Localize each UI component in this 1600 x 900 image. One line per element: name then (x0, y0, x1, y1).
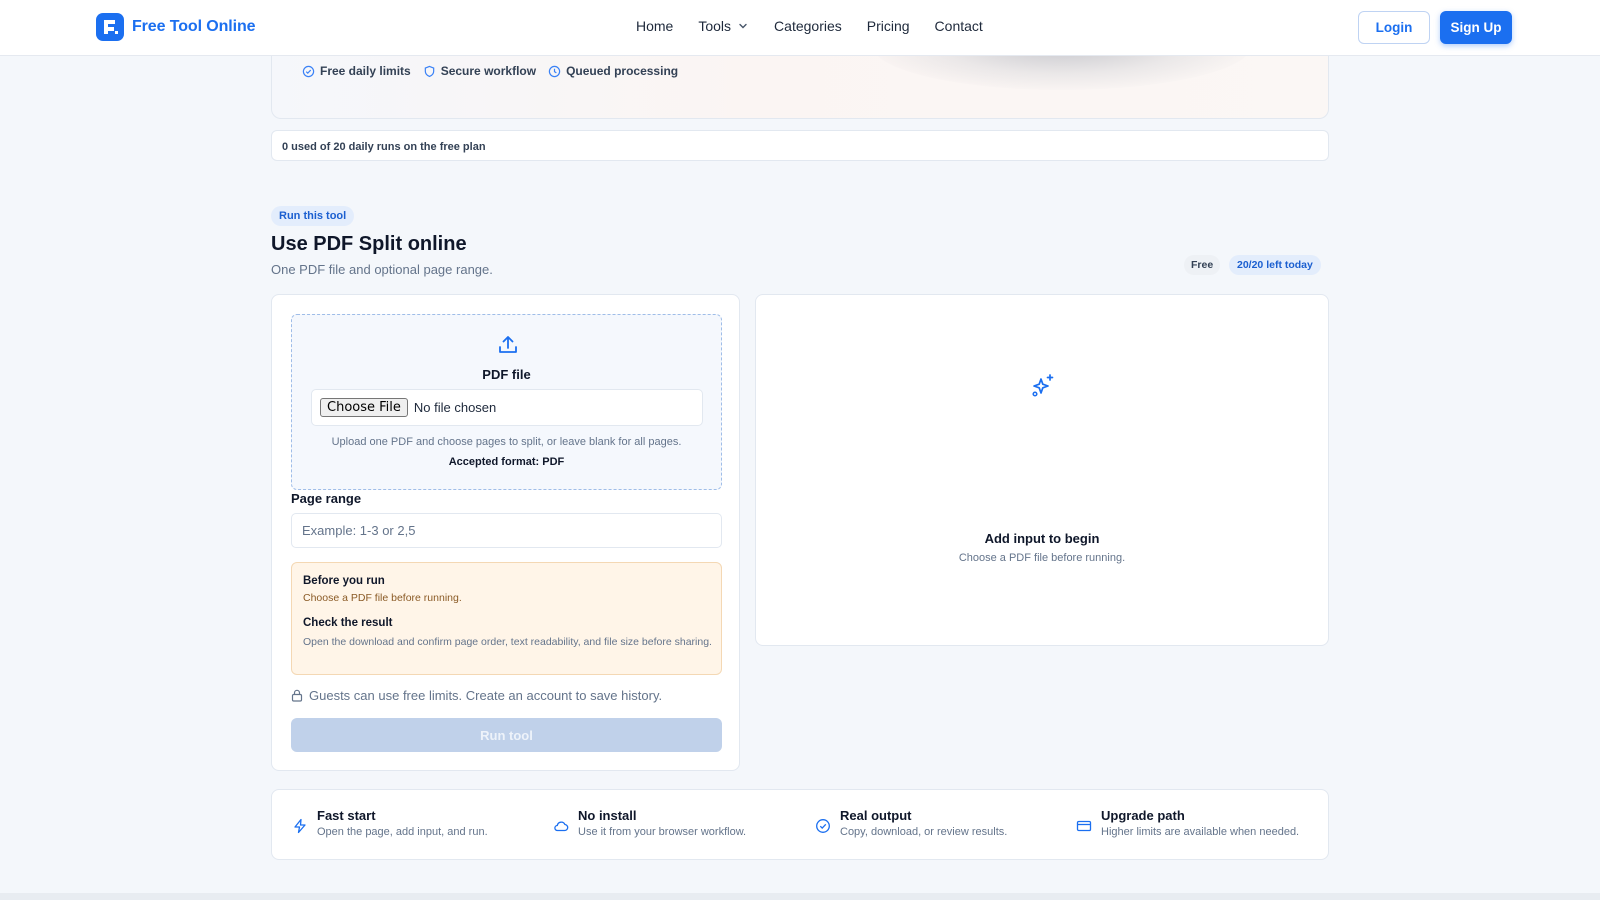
hero-badge-label: Queued processing (566, 64, 679, 78)
feature-item: Fast start Open the page, add input, and… (292, 808, 488, 838)
feature-title: No install (578, 808, 637, 823)
accepted-format: Accepted format: PDF (448, 456, 565, 468)
hero-badge: Free daily limits (302, 64, 411, 78)
note-heading: Check the result (303, 617, 393, 629)
main-nav: Home Tools Categories Pricing Contact (636, 18, 983, 34)
check-circle-icon (816, 819, 830, 833)
feature-subtitle: Higher limits are available when needed. (1101, 826, 1300, 838)
remaining-runs-badge: 20/20 left today (1229, 255, 1321, 275)
page-subtitle: One PDF file and optional page range. (271, 262, 493, 277)
feature-title: Fast start (317, 808, 376, 823)
nav-tools[interactable]: Tools (698, 18, 749, 34)
feature-title: Upgrade path (1101, 808, 1185, 823)
nav-contact[interactable]: Contact (935, 18, 983, 34)
page-title: Use PDF Split online (271, 233, 467, 255)
login-button[interactable]: Login (1358, 11, 1430, 44)
upload-icon (499, 336, 517, 353)
feature-subtitle: Open the page, add input, and run. (317, 826, 488, 838)
brand[interactable]: Free Tool Online (96, 13, 256, 41)
hero-badge: Queued processing (548, 64, 678, 78)
page-range-input[interactable] (291, 513, 722, 548)
sparkles-icon (1032, 374, 1054, 397)
tool-form-panel: PDF file Choose File No file chosen Uplo… (271, 294, 740, 771)
feature-subtitle: Use it from your browser workflow. (578, 826, 747, 838)
output-panel: Add input to begin Choose a PDF file bef… (755, 294, 1329, 646)
feature-item: No install Use it from your browser work… (553, 808, 746, 838)
nav-pricing[interactable]: Pricing (867, 18, 910, 34)
note-heading: Before you run (303, 575, 385, 587)
note-text: Open the download and confirm page order… (303, 636, 712, 648)
page-range-label: Page range (291, 491, 362, 506)
plan-badge: Free (1184, 255, 1221, 275)
usage-meter: 0 used of 20 daily runs on the free plan (271, 130, 1329, 161)
guest-notice: Guests can use free limits. Create an ac… (291, 688, 662, 703)
hero-badge-label: Free daily limits (320, 64, 411, 78)
dropzone-title: PDF file (482, 367, 531, 382)
feature-title: Real output (840, 808, 912, 823)
brand-name: Free Tool Online (132, 18, 256, 35)
feature-item: Upgrade path Higher limits are available… (1076, 808, 1299, 838)
bolt-icon (294, 818, 306, 834)
hero-badge: Secure workflow (423, 64, 536, 78)
lock-icon (291, 689, 303, 702)
card-icon (1076, 820, 1092, 832)
file-status: No file chosen (413, 400, 497, 415)
dropzone-help: Upload one PDF and choose pages to split… (331, 436, 682, 448)
signup-button[interactable]: Sign Up (1440, 11, 1512, 44)
shield-icon (424, 65, 434, 77)
choose-file-button[interactable]: Choose File (320, 398, 408, 417)
footer-edge (0, 893, 1600, 900)
nav-tools-label: Tools (698, 18, 732, 34)
run-tool-button[interactable]: Run tool (291, 718, 722, 752)
check-circle-icon (302, 65, 315, 77)
brand-logo-icon (96, 13, 124, 41)
feature-subtitle: Copy, download, or review results. (840, 826, 1008, 838)
section-pill: Run this tool (271, 206, 355, 226)
empty-state-subtitle: Choose a PDF file before running. (958, 552, 1126, 564)
nav-home[interactable]: Home (636, 18, 673, 34)
top-navbar: Free Tool Online Home Tools Categories P… (0, 0, 1600, 56)
features-strip: Fast start Open the page, add input, and… (271, 789, 1329, 860)
hero-badges: Free daily limits Secure workflow Queued… (302, 64, 678, 78)
guest-notice-text: Guests can use free limits. Create an ac… (309, 688, 663, 703)
chevron-down-icon (739, 23, 747, 29)
empty-state-title: Add input to begin (984, 531, 1100, 546)
cloud-icon (554, 821, 569, 832)
clock-icon (548, 65, 561, 77)
file-input[interactable]: Choose File No file chosen (311, 389, 703, 426)
nav-categories[interactable]: Categories (774, 18, 842, 34)
guidance-note: Before you run Choose a PDF file before … (291, 562, 722, 675)
feature-item: Real output Copy, download, or review re… (815, 808, 1007, 838)
file-dropzone[interactable]: PDF file Choose File No file chosen Uplo… (291, 314, 722, 490)
note-text: Choose a PDF file before running. (303, 592, 462, 604)
hero-badge-label: Secure workflow (440, 64, 537, 78)
